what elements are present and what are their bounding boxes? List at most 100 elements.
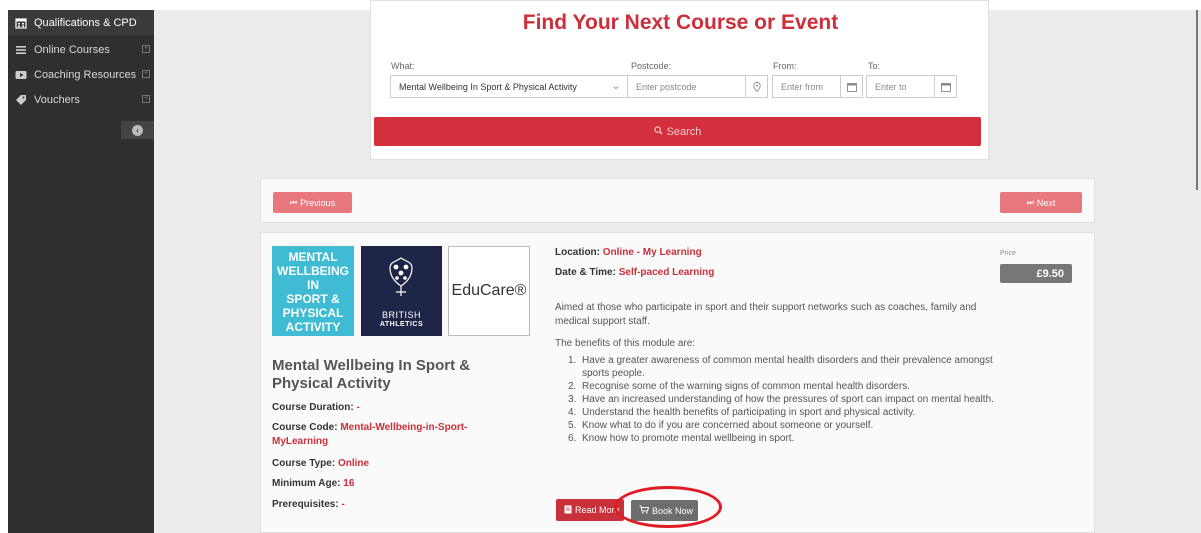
sidebar-item-label: Qualifications & CPD [34,16,137,29]
course-code: Course Code: Mental-Wellbeing-in-Sport-M… [272,421,512,449]
logo-line: MENTAL [288,250,338,264]
logo-line: ACTIVITY [285,320,341,334]
scrollbar[interactable] [1196,10,1198,190]
postcode-input[interactable]: Enter postcode [627,75,768,98]
step-forward-icon: ⏭ [1026,197,1034,207]
from-label: From: [773,61,797,71]
benefit-text: Recognise some of the warning signs of c… [582,381,910,392]
to-date-input[interactable]: Enter to [866,75,957,98]
sidebar-item-qualifications[interactable]: Qualifications & CPD [8,10,160,35]
next-label: Next [1036,197,1056,208]
list-icon [14,43,28,57]
meta-label: Course Duration: [272,402,354,413]
pagination-bar: ⏮ Previous ⏭ Next [260,178,1095,223]
next-button[interactable]: ⏭ Next [1000,192,1082,213]
map-marker-icon [745,76,767,97]
price-label: Price [1000,250,1016,257]
collapse-sidebar-button[interactable]: ‹ [121,121,154,139]
read-more-label: Read More [575,505,620,515]
course-duration: Course Duration: - [272,401,512,415]
price-value: £9.50 [1036,267,1064,280]
expand-icon[interactable]: + [142,45,150,53]
course-datetime: Date & Time: Self-paced Learning [555,267,714,278]
sidebar: Qualifications & CPD Online Courses + Co… [8,10,160,533]
benefit-text: Know how to promote mental wellbeing in … [582,433,795,444]
meta-label: Minimum Age: [272,478,341,489]
meta-value: 16 [343,478,355,489]
minimum-age: Minimum Age: 16 [272,477,512,491]
price-badge: £9.50 [1000,264,1072,283]
from-date-input[interactable]: Enter from [772,75,863,98]
list-item: 2. Recognise some of the warning signs of… [568,381,910,392]
list-item: 1. Have a greater awareness of common men… [568,355,993,379]
search-button-label: Search [666,125,702,138]
calendar-icon [14,16,28,30]
benefits-intro: The benefits of this module are: [555,338,696,349]
what-select-value: Mental Wellbeing In Sport & Physical Act… [399,81,577,92]
step-backward-icon: ⏮ [289,197,298,207]
highlight-annotation-ring [614,486,722,528]
calendar-icon[interactable] [840,76,862,97]
course-location: Location: Online - My Learning [555,247,702,258]
meta-value: - [341,499,345,510]
logo-line: SPORT & [286,292,340,306]
crest-icon [389,257,413,296]
course-type: Course Type: Online [272,457,512,471]
meta-label: Prerequisites: [272,499,339,510]
course-search-panel: Find Your Next Course or Event What: Men… [370,0,989,160]
info-value: Self-paced Learning [618,267,715,278]
list-item: 5. Know what to do if you are concerned a… [568,420,874,431]
sidebar-item-label: Online Courses [34,43,110,56]
meta-value: Online [337,458,370,469]
logo-line: BRITISH [381,310,421,320]
to-placeholder: Enter to [875,81,907,92]
expand-icon[interactable]: + [142,70,150,78]
sidebar-item-label: Vouchers [34,93,80,106]
info-label: Date & Time: [555,267,616,278]
logo-line: WELLBEING IN [277,264,349,292]
search-button[interactable]: Search [374,117,981,146]
chevron-down-icon: ⌄ [611,81,621,92]
mental-wellbeing-logo: MENTAL WELLBEING IN SPORT & PHYSICAL ACT… [272,246,354,336]
list-item: 4. Understand the health benefits of part… [568,407,916,418]
benefit-text: Understand the health benefits of partic… [582,407,916,418]
info-label: Location: [555,247,600,258]
benefit-text: Have a greater awareness of common menta… [582,355,993,379]
what-select[interactable]: Mental Wellbeing In Sport & Physical Act… [390,75,628,98]
search-title: Find Your Next Course or Event [522,11,839,34]
prerequisites: Prerequisites: - [272,498,512,512]
logo-line: ATHLETICS [379,321,424,328]
sidebar-item-coaching-resources[interactable]: Coaching Resources + [8,62,154,87]
search-icon [653,125,663,138]
benefit-text: Know what to do if you are concerned abo… [582,420,874,431]
list-item: 3. Have an increased understanding of how… [568,394,994,405]
what-label: What: [391,61,415,71]
meta-label: Course Code: [272,422,338,433]
sidebar-item-online-courses[interactable]: Online Courses + [8,37,154,62]
course-description: Aimed at those who participate in sport … [555,302,977,327]
postcode-label: Postcode: [631,61,672,71]
from-placeholder: Enter from [781,81,824,92]
previous-button[interactable]: ⏮ Previous [273,192,352,213]
sidebar-item-vouchers[interactable]: Vouchers + [8,87,154,112]
course-title: Mental Wellbeing In Sport & Physical Act… [272,357,471,392]
logo-line: PHYSICAL [282,306,344,320]
play-icon [14,68,28,82]
book-icon [564,505,572,516]
tag-icon [14,93,28,107]
educare-text: EduCare® [451,282,527,299]
meta-value: - [356,402,360,413]
to-label: To: [868,61,881,71]
meta-label: Course Type: [272,458,336,469]
previous-label: Previous [300,197,336,208]
postcode-placeholder: Enter postcode [636,81,697,92]
info-value: Online - My Learning [602,247,702,258]
list-item: 6. Know how to promote mental wellbeing i… [568,433,795,444]
benefits-list: 1. Have a greater awareness of common men… [568,354,998,445]
expand-icon[interactable]: + [142,95,150,103]
british-athletics-logo: BRITISH ATHLETICS [361,246,442,336]
sidebar-item-label: Coaching Resources [34,68,137,81]
arrow-left-circle-icon: ‹ [132,124,143,136]
calendar-icon[interactable] [934,76,956,97]
educare-logo: EduCare® [448,246,530,336]
